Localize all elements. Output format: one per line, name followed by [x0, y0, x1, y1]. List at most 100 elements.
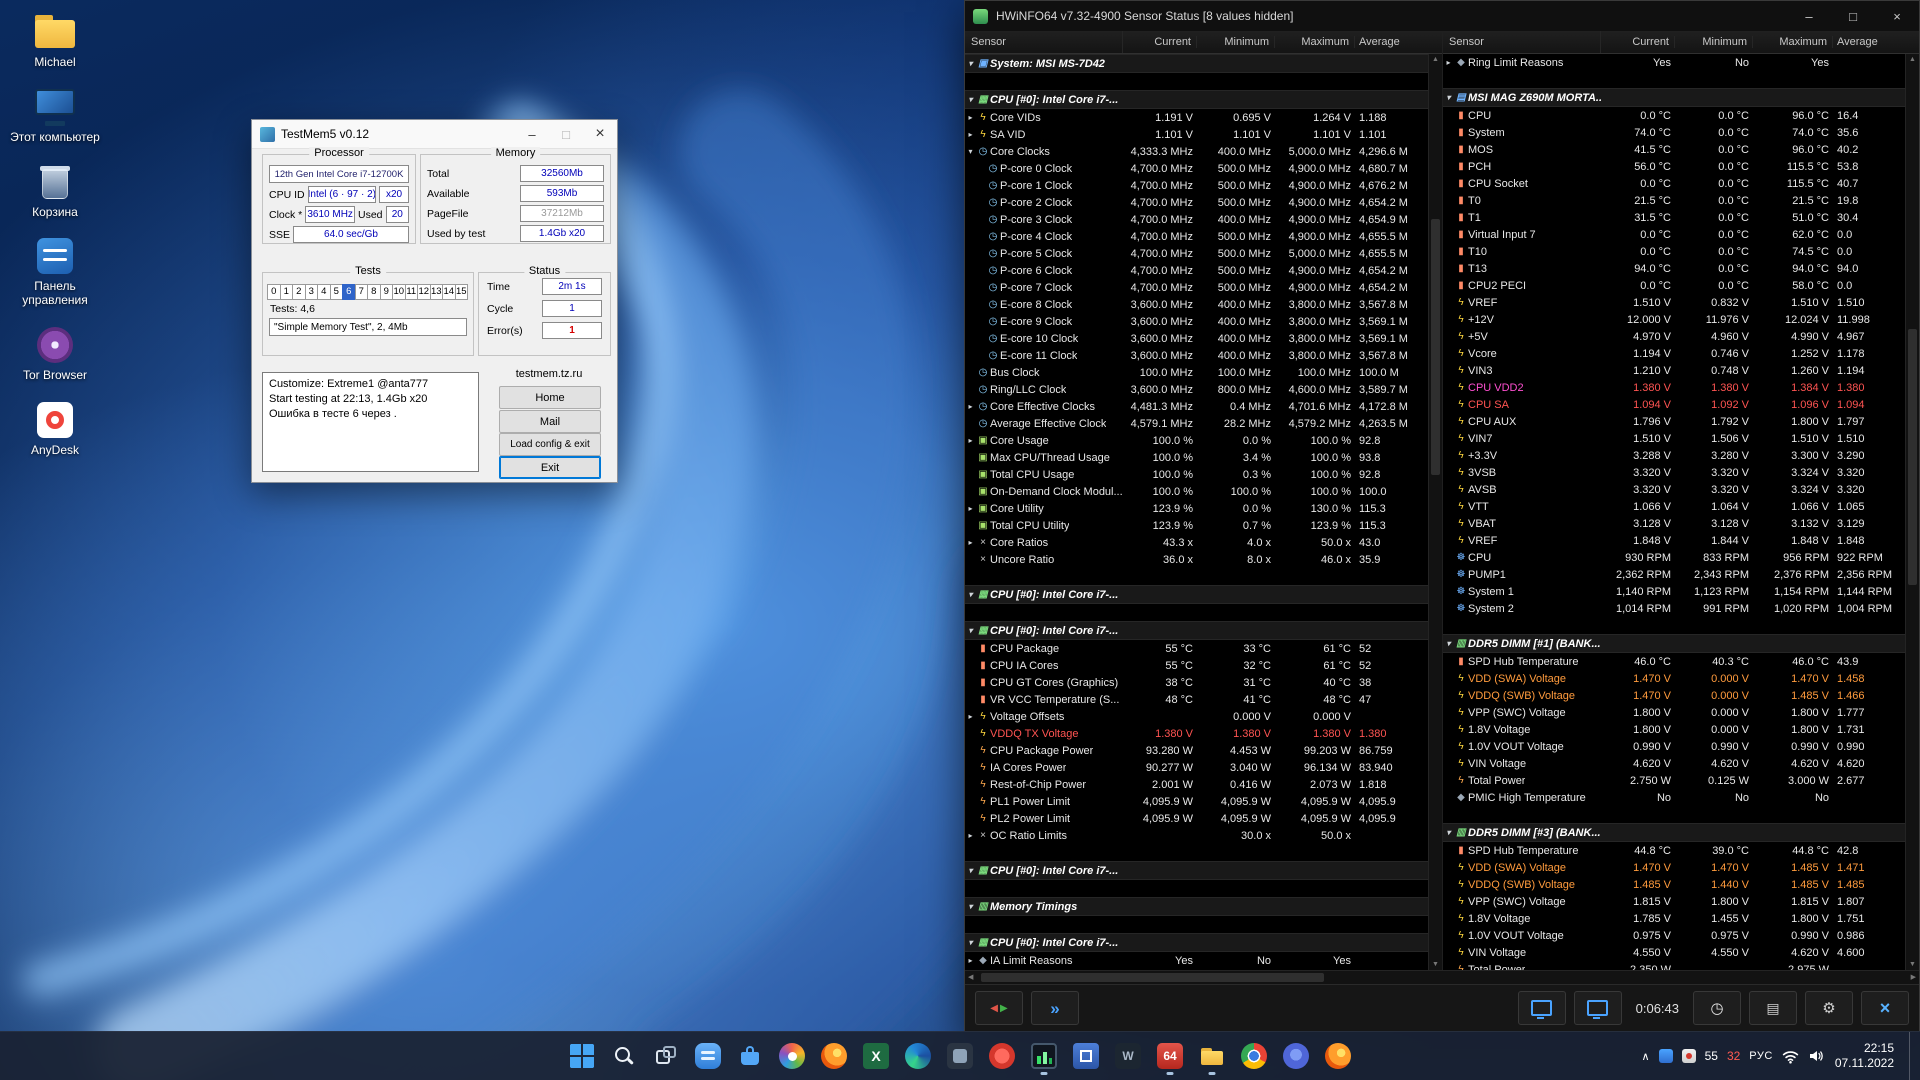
sensor-row[interactable]: ▮CPU0.0 °C0.0 °C96.0 °C16.4 — [1443, 107, 1905, 124]
sensor-row[interactable]: ▮CPU GT Cores (Graphics)38 °C31 °C40 °C3… — [965, 674, 1428, 691]
sensor-section-header[interactable]: ▾▣System: MSI MS-7D42 — [965, 54, 1428, 73]
sensor-row[interactable]: ◷P-core 0 Clock4,700.0 MHz500.0 MHz4,900… — [965, 160, 1428, 177]
sensor-row[interactable]: ϟVREF1.510 V0.832 V1.510 V1.510 — [1443, 294, 1905, 311]
sensor-row[interactable]: ϟCPU AUX1.796 V1.792 V1.800 V1.797 — [1443, 413, 1905, 430]
language-indicator[interactable]: РУС — [1749, 1050, 1773, 1062]
sensor-section-header[interactable]: ▾▦CPU [#0]: Intel Core i7-... — [965, 933, 1428, 952]
horizontal-scrollbar[interactable] — [965, 970, 1919, 984]
test-cell-11[interactable]: 11 — [405, 284, 419, 300]
test-cell-1[interactable]: 1 — [280, 284, 294, 300]
sensor-row[interactable]: ϟ+5V4.970 V4.960 V4.990 V4.967 — [1443, 328, 1905, 345]
sensor-row[interactable]: ϟAVSB3.320 V3.320 V3.324 V3.320 — [1443, 481, 1905, 498]
show-desktop-button[interactable] — [1909, 1032, 1916, 1080]
column-average[interactable]: Average — [1833, 36, 1919, 48]
sensor-row[interactable]: ϟPL1 Power Limit4,095.9 W4,095.9 W4,095.… — [965, 793, 1428, 810]
sensor-row[interactable]: ϟCPU SA1.094 V1.092 V1.096 V1.094 — [1443, 396, 1905, 413]
column-current[interactable]: Current — [1123, 36, 1197, 48]
column-maximum[interactable]: Maximum — [1275, 36, 1355, 48]
sensor-row[interactable]: ϟVDDQ (SWB) Voltage1.485 V1.440 V1.485 V… — [1443, 876, 1905, 893]
exit-button[interactable]: Exit — [499, 456, 601, 479]
sensor-row[interactable]: ϟVREF1.848 V1.844 V1.848 V1.848 — [1443, 532, 1905, 549]
minimize-button[interactable] — [515, 120, 549, 148]
sensor-row[interactable]: ▮VR VCC Temperature (S...48 °C41 °C48 °C… — [965, 691, 1428, 708]
scrollbar-thumb[interactable] — [1908, 329, 1917, 585]
sensor-row[interactable]: ϟTotal Power2.350 W2.975 W — [1443, 961, 1905, 970]
sensor-row[interactable]: ▾◷Core Clocks4,333.3 MHz400.0 MHz5,000.0… — [965, 143, 1428, 160]
sensor-row[interactable]: ▮PCH56.0 °C0.0 °C115.5 °C53.8 — [1443, 158, 1905, 175]
photos-button[interactable] — [771, 1035, 813, 1077]
wordpad-button[interactable] — [1107, 1035, 1149, 1077]
edge-button[interactable] — [897, 1035, 939, 1077]
sensor-row[interactable]: ◆PMIC High TemperatureNoNoNo — [1443, 789, 1905, 806]
sensor-section-header[interactable]: ▾▦CPU [#0]: Intel Core i7-... — [965, 90, 1428, 109]
expand-arrow-icon[interactable]: ▾ — [965, 626, 976, 635]
load-config-exit-button[interactable]: Load config & exit — [499, 433, 601, 456]
test-cell-6[interactable]: 6 — [342, 284, 356, 300]
sensor-row[interactable]: ϟRest-of-Chip Power2.001 W0.416 W2.073 W… — [965, 776, 1428, 793]
taskbar-clock[interactable]: 22:15 07.11.2022 — [1835, 1041, 1894, 1071]
close-button[interactable]: × — [1875, 1, 1919, 31]
sensor-row[interactable]: ◷P-core 3 Clock4,700.0 MHz400.0 MHz4,900… — [965, 211, 1428, 228]
sensor-row[interactable]: ▸◆IA Limit ReasonsYesNoYes — [965, 952, 1428, 969]
sensor-row[interactable]: ▸◆Ring Limit ReasonsYesNoYes — [1443, 54, 1905, 71]
expand-arrow-icon[interactable]: ▸ — [965, 130, 976, 139]
column-sensor[interactable]: Sensor — [1443, 31, 1601, 53]
sensor-section-header[interactable]: ▾▦CPU [#0]: Intel Core i7-... — [965, 585, 1428, 604]
coretemp-value-1[interactable]: 55 — [1705, 1049, 1718, 1063]
sensor-row[interactable]: ▸◷Core Effective Clocks4,481.3 MHz0.4 MH… — [965, 398, 1428, 415]
desktop-icon-control-panel[interactable]: Панель управления — [8, 232, 102, 311]
testmem5-titlebar[interactable]: TestMem5 v0.12 — [252, 120, 617, 149]
sensor-row[interactable]: ϟ1.8V Voltage1.800 V0.000 V1.800 V1.731 — [1443, 721, 1905, 738]
discord-button[interactable] — [1275, 1035, 1317, 1077]
sensor-row[interactable]: ◷P-core 5 Clock4,700.0 MHz500.0 MHz5,000… — [965, 245, 1428, 262]
sensor-row[interactable]: ϟVDDQ TX Voltage1.380 V1.380 V1.380 V1.3… — [965, 725, 1428, 742]
sensor-row[interactable]: ☸System 11,140 RPM1,123 RPM1,154 RPM1,14… — [1443, 583, 1905, 600]
sensor-section-header[interactable]: ▾▥DDR5 DIMM [#3] (BANK... — [1443, 823, 1905, 842]
close-sensors-button[interactable]: × — [1861, 991, 1909, 1025]
sensor-row[interactable]: ϟ1.0V VOUT Voltage0.975 V0.975 V0.990 V0… — [1443, 927, 1905, 944]
expand-arrow-icon[interactable]: ▾ — [965, 147, 976, 156]
expand-arrow-icon[interactable]: ▸ — [965, 831, 976, 840]
sensor-row[interactable]: ϟVIN Voltage4.620 V4.620 V4.620 V4.620 — [1443, 755, 1905, 772]
sensor-row[interactable]: ▮T131.5 °C0.0 °C51.0 °C30.4 — [1443, 209, 1905, 226]
sensor-row[interactable]: ϟ3VSB3.320 V3.320 V3.324 V3.320 — [1443, 464, 1905, 481]
sensor-row[interactable]: ▮System74.0 °C0.0 °C74.0 °C35.6 — [1443, 124, 1905, 141]
sensor-row[interactable]: ▮T100.0 °C0.0 °C74.5 °C0.0 — [1443, 243, 1905, 260]
column-minimum[interactable]: Minimum — [1675, 36, 1753, 48]
sensor-row[interactable]: ϟVIN31.210 V0.748 V1.260 V1.194 — [1443, 362, 1905, 379]
sensor-row[interactable]: ▮CPU Socket0.0 °C0.0 °C115.5 °C40.7 — [1443, 175, 1905, 192]
expand-arrow-icon[interactable]: ▸ — [965, 436, 976, 445]
sensor-row[interactable]: ϟTotal Power2.750 W0.125 W3.000 W2.677 — [1443, 772, 1905, 789]
expand-arrow-icon[interactable]: ▾ — [1443, 639, 1454, 648]
fast-poll-button[interactable]: » — [1031, 991, 1079, 1025]
sensor-section-header[interactable]: ▾▦CPU [#0]: Intel Core i7-... — [965, 621, 1428, 640]
hidden-icons-chevron[interactable]: ∧ — [1642, 1050, 1650, 1063]
sensor-row[interactable]: ϟ1.8V Voltage1.785 V1.455 V1.800 V1.751 — [1443, 910, 1905, 927]
test-cell-12[interactable]: 12 — [417, 284, 431, 300]
minimize-button[interactable]: – — [1787, 1, 1831, 31]
expand-arrow-icon[interactable]: ▾ — [965, 95, 976, 104]
sensor-row[interactable]: ▮SPD Hub Temperature46.0 °C40.3 °C46.0 °… — [1443, 653, 1905, 670]
home-button[interactable]: Home — [499, 386, 601, 409]
sensor-row[interactable]: ϟVDD (SWA) Voltage1.470 V0.000 V1.470 V1… — [1443, 670, 1905, 687]
column-maximum[interactable]: Maximum — [1753, 36, 1833, 48]
close-button[interactable] — [583, 120, 617, 148]
sensor-row[interactable]: ▸ϟVoltage Offsets0.000 V0.000 V — [965, 708, 1428, 725]
test-cell-8[interactable]: 8 — [367, 284, 381, 300]
sensor-row[interactable]: ϟVcore1.194 V0.746 V1.252 V1.178 — [1443, 345, 1905, 362]
sensor-row[interactable]: ▸▣Core Utility123.9 %0.0 %130.0 %115.3 — [965, 500, 1428, 517]
remote-monitor-button[interactable] — [1518, 991, 1566, 1025]
coretemp-value-2[interactable]: 32 — [1727, 1049, 1740, 1063]
cpuz-button[interactable] — [1065, 1035, 1107, 1077]
test-cell-10[interactable]: 10 — [392, 284, 406, 300]
test-cell-9[interactable]: 9 — [380, 284, 394, 300]
sensor-row[interactable]: ϟIA Cores Power90.277 W3.040 W96.134 W83… — [965, 759, 1428, 776]
sensor-row[interactable]: ▮Virtual Input 70.0 °C0.0 °C62.0 °C0.0 — [1443, 226, 1905, 243]
search-button[interactable] — [603, 1035, 645, 1077]
sensor-row[interactable]: ▸×Core Ratios43.3 x4.0 x50.0 x43.0 — [965, 534, 1428, 551]
sensor-row[interactable]: ϟ1.0V VOUT Voltage0.990 V0.990 V0.990 V0… — [1443, 738, 1905, 755]
maximize-button[interactable]: □ — [1831, 1, 1875, 31]
sensor-row[interactable]: ▣Max CPU/Thread Usage100.0 %3.4 %100.0 %… — [965, 449, 1428, 466]
expand-arrow-icon[interactable]: ▾ — [965, 902, 976, 911]
sensor-row[interactable]: ▮CPU Package55 °C33 °C61 °C52 — [965, 640, 1428, 657]
